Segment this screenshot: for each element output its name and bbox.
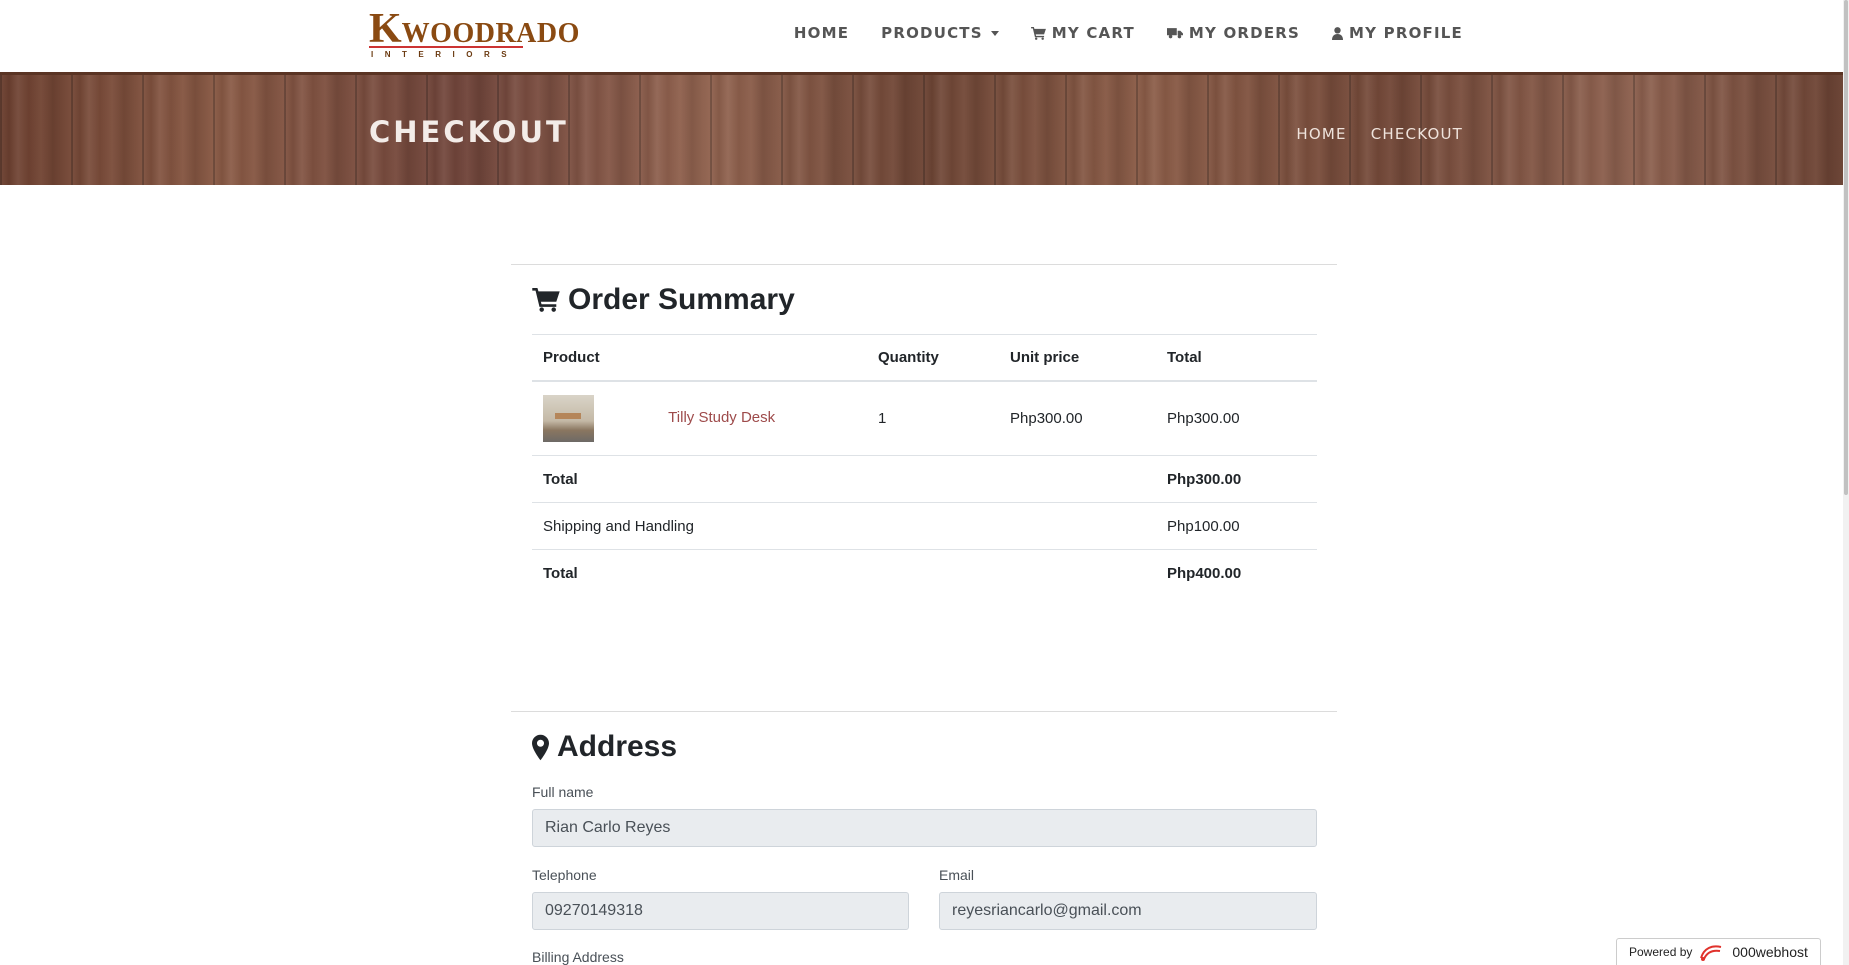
product-cell: Tilly Study Desk bbox=[532, 380, 867, 456]
address-title: Address bbox=[557, 730, 678, 763]
email-label: Email bbox=[939, 867, 975, 883]
user-icon bbox=[1332, 26, 1344, 40]
grand-total-row: Total Php400.00 bbox=[532, 550, 1317, 597]
subtotal-row: Total Php300.00 bbox=[532, 455, 1317, 503]
nav-products-label: PRODUCTS bbox=[881, 24, 983, 42]
cart-icon bbox=[532, 288, 560, 312]
nav-my-orders[interactable]: MY ORDERS bbox=[1166, 24, 1301, 42]
nav-profile-label: MY PROFILE bbox=[1349, 24, 1463, 42]
telephone-field[interactable]: 09270149318 bbox=[532, 892, 909, 930]
scrollbar-thumb[interactable] bbox=[1844, 0, 1848, 495]
powered-by-label: Powered by bbox=[1629, 945, 1693, 959]
line-total-cell: Php300.00 bbox=[1156, 380, 1317, 456]
top-navbar: KWOODRADO INTERIORS HOME PRODUCTS MY CAR… bbox=[0, 0, 1849, 72]
nav-home[interactable]: HOME bbox=[794, 24, 849, 42]
webhost-brand: 000webhost bbox=[1732, 944, 1808, 960]
nav-products[interactable]: PRODUCTS bbox=[881, 24, 999, 42]
unit-price-cell: Php300.00 bbox=[999, 380, 1156, 456]
full-name-field[interactable]: Rian Carlo Reyes bbox=[532, 809, 1317, 847]
grand-total-value: Php400.00 bbox=[1167, 564, 1242, 582]
product-thumbnail[interactable] bbox=[543, 394, 594, 442]
subtotal-value: Php300.00 bbox=[1156, 455, 1317, 503]
table-header-row: Product Quantity Unit price Total bbox=[532, 334, 1317, 382]
col-quantity: Quantity bbox=[867, 334, 999, 382]
logo-subtitle: INTERIORS bbox=[371, 50, 519, 59]
breadcrumb-checkout[interactable]: CHECKOUT bbox=[1371, 125, 1463, 143]
page-title: CHECKOUT bbox=[369, 115, 569, 149]
nav-home-label: HOME bbox=[793, 24, 850, 42]
nav-cart-label: MY CART bbox=[1051, 24, 1135, 42]
billing-address-label: Billing Address bbox=[532, 949, 624, 965]
map-marker-icon bbox=[532, 734, 549, 760]
breadcrumb: HOME CHECKOUT bbox=[1296, 125, 1463, 143]
order-summary-table: Product Quantity Unit price Total Tilly … bbox=[532, 334, 1317, 597]
telephone-label: Telephone bbox=[532, 867, 597, 883]
table-row: Tilly Study Desk 1 Php300.00 Php300.00 bbox=[532, 380, 1317, 456]
webhost-logo-icon bbox=[1700, 945, 1722, 961]
nav-orders-label: MY ORDERS bbox=[1188, 24, 1301, 42]
order-summary-title: Order Summary bbox=[568, 283, 795, 316]
powered-by-badge[interactable]: Powered by 000webhost bbox=[1616, 938, 1821, 965]
shipping-row: Shipping and Handling Php100.00 bbox=[532, 502, 1317, 550]
col-product: Product bbox=[532, 334, 867, 382]
grand-total-label: Total bbox=[543, 564, 578, 582]
email-field[interactable]: reyesriancarlo@gmail.com bbox=[939, 892, 1317, 930]
shipping-label: Shipping and Handling bbox=[532, 502, 1156, 550]
order-summary-heading: Order Summary bbox=[532, 283, 795, 317]
address-heading: Address bbox=[532, 730, 677, 764]
nav-my-profile[interactable]: MY PROFILE bbox=[1332, 24, 1463, 42]
full-name-label: Full name bbox=[532, 784, 594, 800]
col-unit-price: Unit price bbox=[999, 334, 1156, 382]
page-banner: CHECKOUT HOME CHECKOUT bbox=[0, 72, 1849, 185]
logo-underline bbox=[369, 46, 523, 48]
nav-my-cart[interactable]: MY CART bbox=[1030, 24, 1135, 42]
brand-logo[interactable]: KWOODRADO INTERIORS bbox=[369, 8, 579, 62]
shipping-value: Php100.00 bbox=[1156, 502, 1317, 550]
breadcrumb-home[interactable]: HOME bbox=[1296, 125, 1346, 143]
main-nav: HOME PRODUCTS MY CART MY ORDERS MY PROFI… bbox=[794, 24, 1463, 42]
col-total: Total bbox=[1156, 334, 1317, 382]
product-link[interactable]: Tilly Study Desk bbox=[668, 409, 775, 426]
quantity-cell: 1 bbox=[867, 380, 999, 456]
caret-down-icon bbox=[990, 30, 999, 36]
page-scrollbar[interactable] bbox=[1843, 0, 1849, 965]
cart-icon bbox=[1030, 26, 1046, 40]
subtotal-label: Total bbox=[532, 455, 1156, 503]
truck-icon bbox=[1166, 28, 1183, 39]
